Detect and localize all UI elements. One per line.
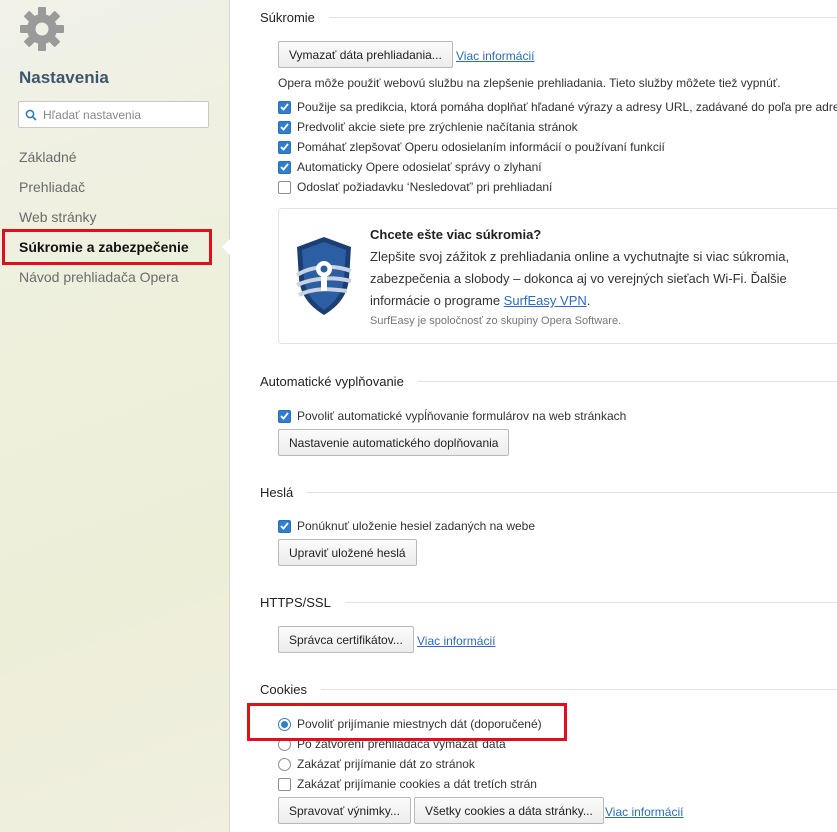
option-do-not-track[interactable]: Odoslať požiadavku ‘Nesledovať’ pri preh… (278, 180, 552, 194)
option-label: Automaticky Opere odosielať správy o zly… (297, 160, 542, 174)
section-https-heading: HTTPS/SSL (260, 595, 837, 610)
privacy-description: Opera môže použiť webovú službu na zlepš… (278, 76, 781, 90)
option-prediction[interactable]: Použije sa predikcia, ktorá pomáha doplň… (278, 100, 837, 114)
section-passwords-heading: Heslá (260, 485, 837, 500)
section-privacy-heading: Súkromie (260, 10, 837, 25)
sidebar-title: Nastavenia (19, 68, 109, 87)
divider (328, 17, 837, 18)
sidebar: Nastavenia Základné Prehliadač Web strán… (0, 0, 231, 832)
certificate-manager-button[interactable]: Správca certifikátov... (278, 626, 414, 653)
option-label: Povoliť automatické vypĺňovanie formulár… (297, 409, 627, 423)
search-input[interactable] (43, 107, 203, 122)
section-title: Heslá (260, 485, 294, 500)
option-label: Zakázať prijímanie dát zo stránok (297, 757, 475, 771)
active-item-pointer (222, 238, 231, 256)
checkbox[interactable] (278, 140, 291, 154)
option-preload[interactable]: Predvoliť akcie siete pre zrýchlenie nač… (278, 120, 578, 134)
checkbox[interactable] (278, 777, 291, 791)
option-label: Zakázať prijímanie cookies a dát tretích… (297, 777, 537, 791)
section-autofill-heading: Automatické vyplňovanie (260, 374, 837, 389)
gear-icon (20, 7, 64, 51)
cookies-more-info-link[interactable]: Viac informácií (605, 805, 683, 819)
shield-lock-icon (295, 237, 352, 315)
surfeasy-vpn-link[interactable]: SurfEasy VPN (504, 293, 587, 308)
option-usage-stats[interactable]: Pomáhať zlepšovať Operu odosielaním info… (278, 140, 665, 154)
checkbox[interactable] (278, 519, 291, 533)
https-more-info-link[interactable]: Viac informácií (417, 634, 495, 648)
all-cookies-button[interactable]: Všetky cookies a dáta stránky... (414, 797, 604, 824)
annotation-highlight-nav (2, 229, 212, 265)
section-title: Cookies (260, 682, 307, 697)
vpn-body-line: zabezpečenia a slobody – dokonca aj vo v… (370, 271, 787, 286)
section-title: HTTPS/SSL (260, 595, 331, 610)
clear-browsing-data-button[interactable]: Vymazať dáta prehliadania... (278, 41, 453, 68)
edit-saved-passwords-button[interactable]: Upraviť uložené heslá (278, 539, 417, 566)
autofill-settings-button[interactable]: Nastavenie automatického doplňovania (278, 429, 510, 456)
manage-exceptions-button[interactable]: Spravovať výnimky... (278, 797, 411, 824)
search-icon (25, 109, 37, 121)
vpn-body-line: informácie o programe (370, 293, 504, 308)
option-save-passwords[interactable]: Ponúknuť uloženie hesiel zadaných na web… (278, 519, 535, 533)
checkbox[interactable] (278, 100, 291, 114)
vpn-note: SurfEasy je spoločnosť zo skupiny Opera … (370, 315, 622, 327)
option-label: Pomáhať zlepšovať Operu odosielaním info… (297, 140, 665, 154)
cookie-block-third-party[interactable]: Zakázať prijímanie cookies a dát tretích… (278, 777, 537, 791)
vpn-body-punct: . (586, 293, 591, 308)
radio[interactable] (278, 757, 291, 771)
vpn-body-line: Zlepšite svoj zážitok z prehliadania onl… (370, 249, 790, 264)
section-cookies-heading: Cookies (260, 682, 837, 697)
sidebar-item-browser[interactable]: Prehliadač (19, 179, 85, 195)
divider (344, 602, 837, 603)
annotation-highlight-cookie (247, 703, 567, 741)
divider (417, 381, 837, 382)
option-label: Odoslať požiadavku ‘Nesledovať’ pri preh… (297, 180, 553, 194)
checkbox[interactable] (278, 409, 291, 423)
vpn-promo-box: Chcete ešte viac súkromia? Zlepšite svoj… (278, 208, 837, 344)
vpn-title: Chcete ešte viac súkromia? (370, 227, 542, 242)
option-label: Predvoliť akcie siete pre zrýchlenie nač… (297, 120, 578, 134)
vpn-body: Zlepšite svoj zážitok z prehliadania onl… (370, 246, 837, 312)
divider (307, 492, 837, 493)
sidebar-item-websites[interactable]: Web stránky (19, 209, 97, 225)
settings-search[interactable] (18, 101, 209, 128)
checkbox[interactable] (278, 180, 291, 194)
option-autofill[interactable]: Povoliť automatické vypĺňovanie formulár… (278, 409, 626, 423)
section-title: Súkromie (260, 10, 315, 25)
option-label: Ponúknuť uloženie hesiel zadaných na web… (297, 519, 536, 533)
option-label: Použije sa predikcia, ktorá pomáha doplň… (297, 100, 837, 114)
option-crash-reports[interactable]: Automaticky Opere odosielať správy o zly… (278, 160, 542, 174)
privacy-more-info-link[interactable]: Viac informácií (456, 49, 534, 63)
checkbox[interactable] (278, 120, 291, 134)
sidebar-item-opera-help[interactable]: Návod prehliadača Opera (19, 269, 179, 285)
cookie-block-sites[interactable]: Zakázať prijímanie dát zo stránok (278, 757, 475, 771)
settings-main: Súkromie Vymazať dáta prehliadania... Vi… (231, 0, 837, 832)
checkbox[interactable] (278, 160, 291, 174)
section-title: Automatické vyplňovanie (260, 374, 404, 389)
divider (320, 689, 837, 690)
sidebar-item-basic[interactable]: Základné (19, 149, 77, 165)
